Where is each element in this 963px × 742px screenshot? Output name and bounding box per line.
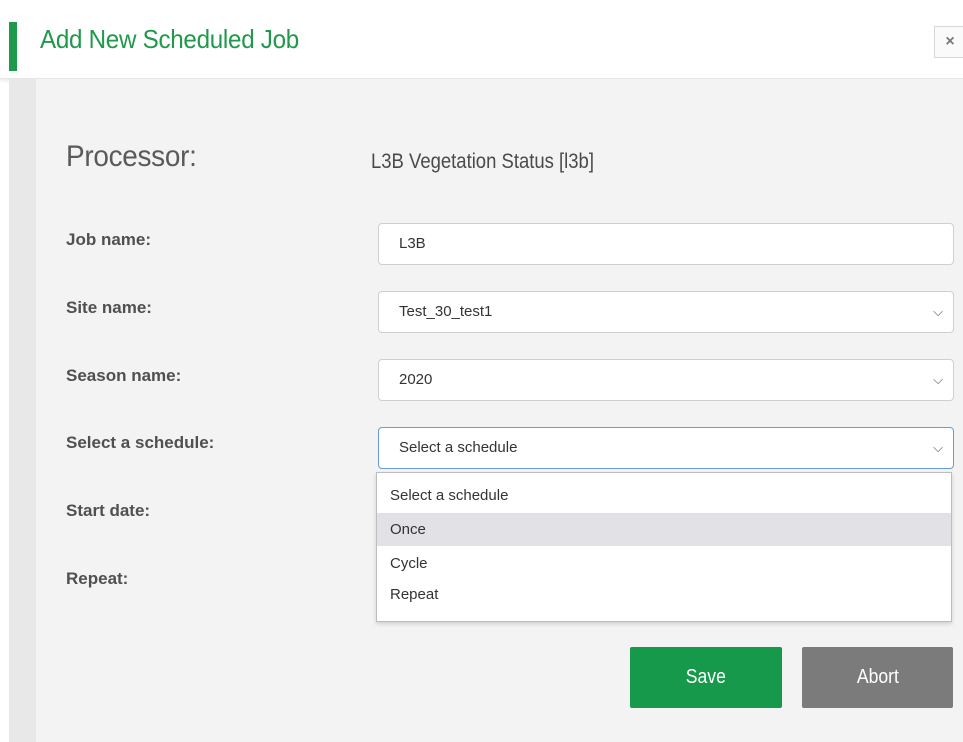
season-name-select[interactable]: 2020 ⌵ [378,359,954,401]
schedule-dropdown-list: Select a schedule Once Cycle Repeat [376,472,952,622]
site-name-label: Site name: [66,298,152,317]
close-icon: × [945,33,955,50]
processor-value: L3B Vegetation Status [l3b] [371,150,594,173]
abort-button-label: Abort [856,666,899,688]
repeat-label: Repeat: [66,569,129,588]
job-name-value: L3B [399,235,426,252]
season-name-value: 2020 [399,371,433,388]
dialog-title: Add New Scheduled Job [40,24,299,54]
dropdown-option-repeat[interactable]: Repeat [377,578,951,611]
schedule-value: Select a schedule [399,439,518,456]
close-button[interactable]: × [934,26,963,58]
dialog-header: Add New Scheduled Job × [0,0,963,79]
chevron-down-icon: ⌵ [933,440,943,455]
season-name-label: Season name: [66,366,182,385]
dropdown-option-select-a-schedule[interactable]: Select a schedule [377,479,951,512]
processor-label: Processor: [66,140,197,173]
dialog-body [36,79,963,742]
dropdown-option-once[interactable]: Once [377,513,951,546]
site-name-select[interactable]: Test_30_test1 ⌵ [378,291,954,333]
left-gutter [9,79,36,742]
save-button[interactable]: Save [630,647,782,708]
site-name-value: Test_30_test1 [399,303,493,320]
add-scheduled-job-dialog: Add New Scheduled Job × Processor: L3B V… [0,0,963,742]
schedule-select[interactable]: Select a schedule ⌵ [378,427,954,469]
save-button-label: Save [685,666,727,688]
header-accent-bar [9,22,17,71]
abort-button[interactable]: Abort [802,647,953,708]
start-date-label: Start date: [66,501,151,520]
schedule-label: Select a schedule: [66,433,215,452]
job-name-label: Job name: [66,230,152,249]
dropdown-option-cycle[interactable]: Cycle [377,547,951,580]
chevron-down-icon: ⌵ [933,372,943,387]
chevron-down-icon: ⌵ [933,304,943,319]
job-name-input[interactable]: L3B [378,223,954,265]
